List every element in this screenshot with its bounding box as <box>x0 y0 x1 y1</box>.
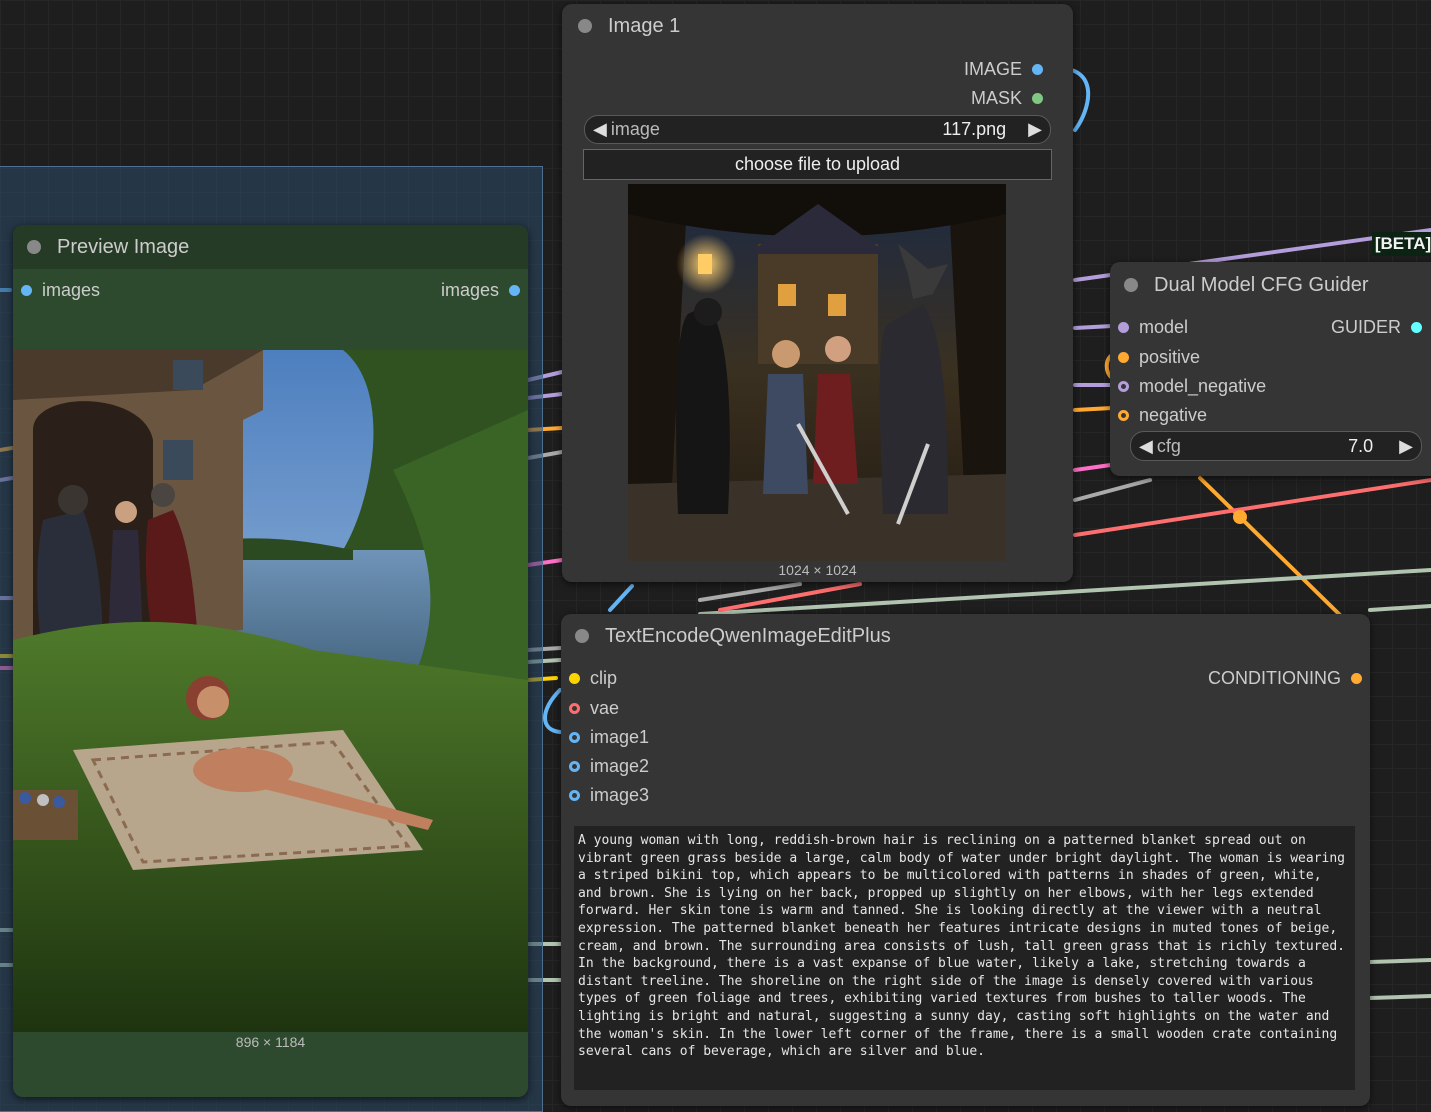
loaded-image <box>628 184 1006 561</box>
node-header[interactable]: Image 1 <box>562 4 1073 48</box>
dual-model-cfg-guider-node[interactable]: Dual Model CFG Guider model positive mod… <box>1110 262 1431 476</box>
conditioning-port-ring-icon[interactable] <box>1118 410 1129 421</box>
arrow-right-icon[interactable]: ▶ <box>1399 436 1413 457</box>
preview-image-node[interactable]: Preview Image images images 896 × 1184 <box>13 225 528 1097</box>
node-header[interactable]: Preview Image <box>13 225 528 269</box>
input-vae[interactable]: vae <box>569 698 619 719</box>
image-select-widget[interactable]: ◀ image 117.png ▶ <box>584 115 1051 144</box>
arrow-left-icon[interactable]: ◀ <box>1139 436 1153 457</box>
node-title: Preview Image <box>57 235 190 258</box>
arrow-right-icon[interactable]: ▶ <box>1028 119 1042 140</box>
input-positive[interactable]: positive <box>1118 347 1200 368</box>
output-image[interactable]: IMAGE <box>964 59 1043 80</box>
input-image3[interactable]: image3 <box>569 785 649 806</box>
clip-port-dot-icon[interactable] <box>569 673 580 684</box>
image-port-dot-icon[interactable] <box>509 285 520 296</box>
image-size-label: 1024 × 1024 <box>778 562 857 578</box>
node-header[interactable]: TextEncodeQwenImageEditPlus <box>561 614 1370 658</box>
collapse-dot-icon[interactable] <box>27 240 41 254</box>
model-port-dot-icon[interactable] <box>1118 322 1129 333</box>
text-encode-qwen-node[interactable]: TextEncodeQwenImageEditPlus clip vae ima… <box>561 614 1370 1106</box>
input-image1[interactable]: image1 <box>569 727 649 748</box>
node-header[interactable]: Dual Model CFG Guider <box>1110 262 1431 308</box>
collapse-dot-icon[interactable] <box>575 629 589 643</box>
conditioning-port-dot-icon[interactable] <box>1118 352 1129 363</box>
input-model[interactable]: model <box>1118 317 1188 338</box>
node-title: TextEncodeQwenImageEditPlus <box>605 624 891 647</box>
input-images[interactable]: images <box>21 280 100 301</box>
output-mask[interactable]: MASK <box>971 88 1043 109</box>
conditioning-port-dot-icon[interactable] <box>1351 673 1362 684</box>
node-title: Dual Model CFG Guider <box>1154 273 1369 296</box>
image-port-ring-icon[interactable] <box>569 790 580 801</box>
collapse-dot-icon[interactable] <box>1124 278 1138 292</box>
image-port-ring-icon[interactable] <box>569 732 580 743</box>
guider-port-dot-icon[interactable] <box>1411 322 1422 333</box>
vae-port-ring-icon[interactable] <box>569 703 580 714</box>
beta-badge: [BETA] <box>1372 232 1431 256</box>
collapse-dot-icon[interactable] <box>578 19 592 33</box>
choose-file-button[interactable]: choose file to upload <box>583 149 1052 180</box>
prompt-textarea[interactable]: A young woman with long, reddish-brown h… <box>574 826 1355 1090</box>
load-image-node[interactable]: Image 1 IMAGE MASK ◀ image 117.png ▶ cho… <box>562 4 1073 582</box>
image-port-dot-icon[interactable] <box>1032 64 1043 75</box>
node-title: Image 1 <box>608 14 681 37</box>
output-conditioning[interactable]: CONDITIONING <box>1208 668 1362 689</box>
preview-image <box>13 350 528 1032</box>
input-model-negative[interactable]: model_negative <box>1118 376 1266 397</box>
output-images[interactable]: images <box>441 280 520 301</box>
arrow-left-icon[interactable]: ◀ <box>593 119 607 140</box>
image-port-dot-icon[interactable] <box>21 285 32 296</box>
input-clip[interactable]: clip <box>569 668 617 689</box>
output-guider[interactable]: GUIDER <box>1331 317 1422 338</box>
mask-port-dot-icon[interactable] <box>1032 93 1043 104</box>
cfg-widget[interactable]: ◀ cfg 7.0 ▶ <box>1130 431 1422 461</box>
input-negative[interactable]: negative <box>1118 405 1207 426</box>
image-port-ring-icon[interactable] <box>569 761 580 772</box>
image-size-label: 896 × 1184 <box>235 1034 306 1050</box>
model-port-ring-icon[interactable] <box>1118 381 1129 392</box>
input-image2[interactable]: image2 <box>569 756 649 777</box>
